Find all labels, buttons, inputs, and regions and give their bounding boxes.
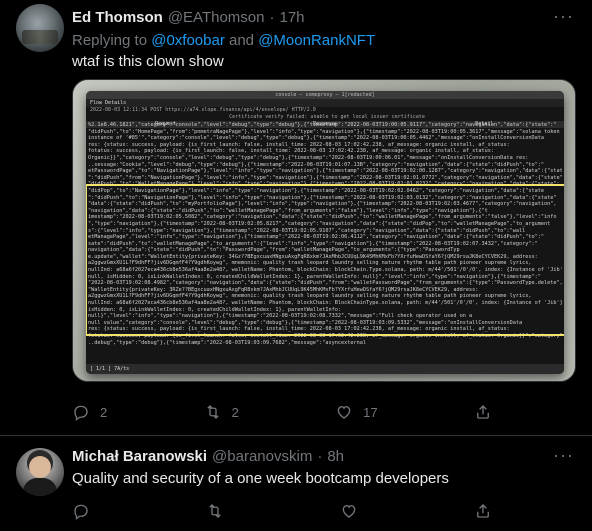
avatar[interactable] [16,4,64,52]
tweet-ed-thomson[interactable]: Ed Thomson @EAThomson · 17h ··· Replying… [0,0,592,435]
tweet-text: wtaf is this clown show [72,53,224,70]
mention-link[interactable]: @MoonRankNFT [258,32,375,49]
mention-link[interactable]: @0xfoobar [151,32,225,49]
tweet-text: Quality and security of a one week bootc… [72,470,449,487]
tweet-media-image[interactable]: console — someproxy — 1[redacted] Flow D… [72,79,576,382]
reply-count: 2 [100,404,108,420]
request-url-line: 2022-08-03 12:11:34 POST https://a74.slo… [90,107,316,113]
tweet-time[interactable]: 8h [327,448,344,465]
terminal-title: console — someproxy — 1[redacted] [86,91,564,99]
author-handle[interactable]: @EAThomson [168,9,265,26]
log-line: ..debug","type":"debug"},{"timestamp":"2… [88,339,366,346]
reply-button[interactable]: 2 [72,403,107,421]
retweet-icon [206,405,219,419]
reply-button[interactable] [72,502,90,520]
separator-dot: · [317,448,323,465]
replying-to-and: and [229,32,255,49]
log-line: "didPush","to":"HomePage","from":"pnmetr… [88,128,562,135]
like-button[interactable] [340,502,358,520]
log-line: etPasswordPage","to":"NavigationPage"},"… [88,168,562,175]
heart-icon [342,505,356,518]
log-line: instance of '#85'","category":"console",… [88,135,544,142]
log-line: ":"didPush","from":"NavigationPage"},"le… [88,174,562,181]
avatar[interactable] [16,448,64,496]
retweet-button[interactable]: 2 [204,403,239,421]
log-line: Organic}}","category":"console","level":… [88,154,529,161]
share-icon [477,405,489,419]
like-count: 17 [363,404,378,420]
highlight-box [86,184,564,336]
tweet-actions: 2 2 17 [72,403,492,421]
cert-warning: Certificate verify failed: unable to get… [229,114,425,120]
retweet-button[interactable] [206,502,224,520]
replying-to-label: Replying to [72,32,148,49]
share-button[interactable] [474,502,492,520]
author-name[interactable]: Ed Thomson [72,9,163,26]
log-line: res: {status: success, payload: {is_firs… [88,141,510,148]
flow-details-label: Flow Details [86,99,564,107]
log-line: %2.1e8.46.1821","category":"console","le… [88,122,557,128]
terminal-window: console — someproxy — 1[redacted] Flow D… [86,91,564,374]
like-button[interactable]: 17 [335,403,378,421]
log-line: ..sessage:"Cookie","level":"debug","type… [88,161,544,168]
separator-dot: · [269,9,275,26]
tweet-michal-baranowski[interactable]: Michał Baranowski @baranovskim · 8h ··· … [0,436,592,531]
retweet-count: 2 [231,404,239,420]
author-name[interactable]: Michał Baranowski [72,448,207,465]
more-options-icon[interactable]: ··· [553,6,574,27]
heart-icon [337,406,351,419]
author-handle[interactable]: @baranovskim [212,448,312,465]
tweet-actions [72,502,492,520]
reply-icon [74,405,88,421]
terminal-footer: [ 1/1 ] 7A/ts [86,364,564,374]
tweet-header: Michał Baranowski @baranovskim · 8h [72,448,344,465]
more-options-icon[interactable]: ··· [553,445,574,466]
tweet-time[interactable]: 17h [279,9,304,26]
tweet-header: Ed Thomson @EAThomson · 17h [72,9,305,26]
log-line: fotatus: success, payload: {is_first_lau… [88,148,495,155]
replying-to: Replying to @0xfoobar and @MoonRankNFT [72,32,375,49]
share-icon [477,504,489,518]
retweet-icon [209,504,221,518]
share-button[interactable] [474,403,492,421]
reply-icon [74,504,88,520]
